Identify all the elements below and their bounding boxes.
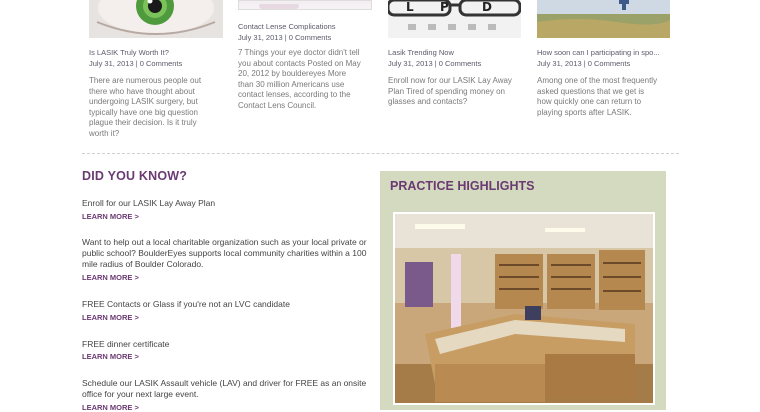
post-meta: July 31, 2013 | 0 Comments — [89, 59, 183, 68]
post-title[interactable]: How soon can I participating in spo... — [537, 48, 660, 57]
did-you-know-item: Enroll for our LASIK Lay Away Plan — [82, 198, 216, 208]
did-you-know-item: Schedule our LASIK Assault vehicle (LAV)… — [82, 378, 367, 399]
practice-highlights-heading: PRACTICE HIGHLIGHTS — [390, 179, 535, 193]
post-meta: July 31, 2013 | 0 Comments — [238, 33, 332, 42]
chart-letter: P — [440, 0, 449, 14]
post-title[interactable]: Contact Lense Complications — [238, 22, 336, 31]
did-you-know-item: Want to help out a local charitable orga… — [82, 237, 367, 269]
optical-showroom-photo[interactable] — [393, 212, 655, 405]
learn-more-link[interactable]: LEARN MORE > — [82, 212, 139, 221]
post-title[interactable]: Is LASIK Truly Worth It? — [89, 48, 169, 57]
section-divider — [82, 153, 679, 154]
post-excerpt: Among one of the most frequently asked q… — [537, 76, 658, 117]
eye-image[interactable] — [89, 0, 223, 38]
post-meta: July 31, 2013 | 0 Comments — [388, 59, 482, 68]
contact-lens-image[interactable] — [238, 0, 372, 10]
field-image[interactable] — [537, 0, 670, 38]
post-meta: July 31, 2013 | 0 Comments — [537, 59, 631, 68]
recent-posts: Is LASIK Truly Worth It? July 31, 2013 |… — [0, 0, 760, 150]
post-excerpt: There are numerous people out there who … — [89, 76, 202, 138]
eye-chart-image[interactable]: L P D — [388, 0, 521, 38]
learn-more-link[interactable]: LEARN MORE > — [82, 352, 139, 361]
learn-more-link[interactable]: LEARN MORE > — [82, 313, 139, 322]
did-you-know-item: FREE Contacts or Glass if you're not an … — [82, 299, 290, 309]
post-title[interactable]: Lasik Trending Now — [388, 48, 454, 57]
learn-more-link[interactable]: LEARN MORE > — [82, 403, 139, 412]
post-excerpt: Enroll now for our LASIK Lay Away Plan T… — [388, 76, 512, 106]
chart-letter: L — [406, 0, 414, 14]
did-you-know-item: FREE dinner certificate — [82, 339, 170, 349]
did-you-know-heading: DID YOU KNOW? — [82, 169, 188, 183]
post-excerpt: 7 Things your eye doctor didn't tell you… — [238, 48, 361, 110]
learn-more-link[interactable]: LEARN MORE > — [82, 273, 139, 282]
chart-letter: D — [482, 0, 492, 14]
